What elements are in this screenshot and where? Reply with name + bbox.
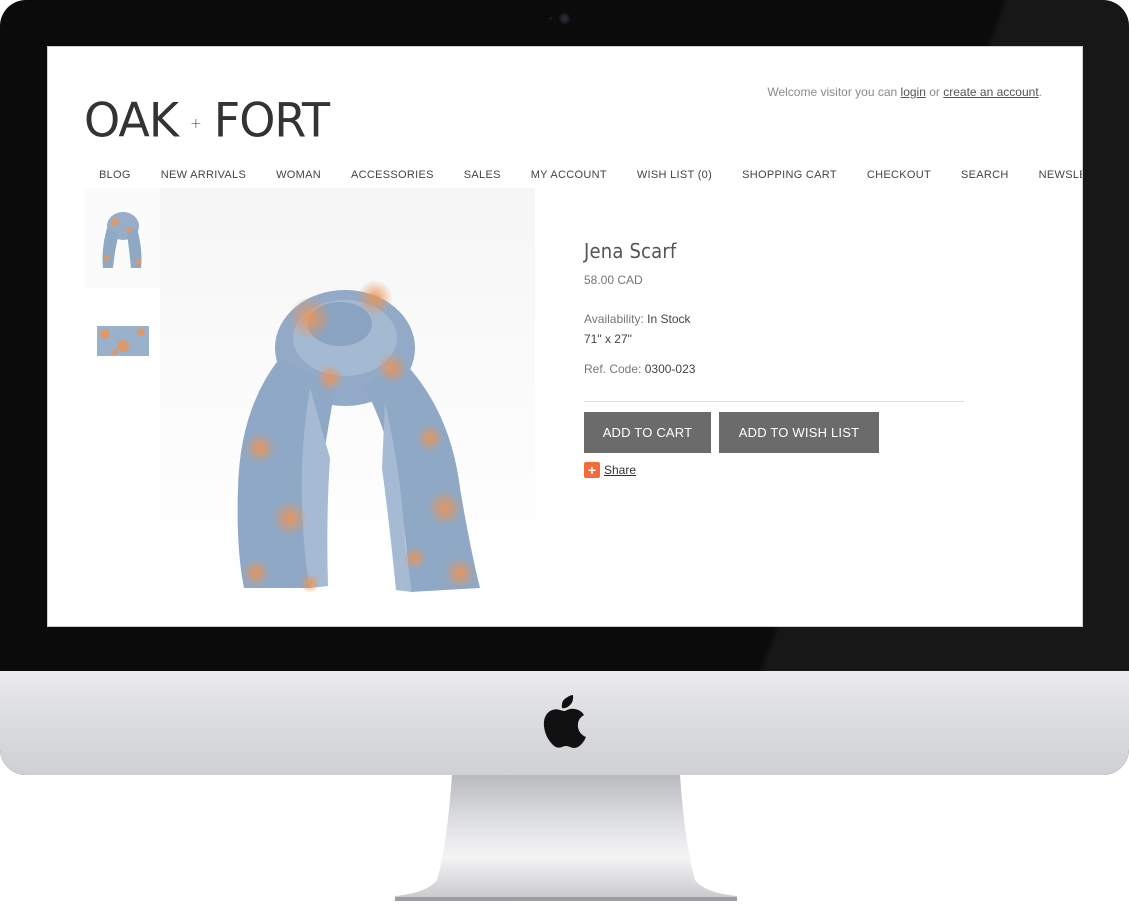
availability-label: Availability: <box>584 312 644 326</box>
product-info: Jena Scarf 58.00 CAD Availability: In St… <box>584 239 964 478</box>
nav-my-account[interactable]: MY ACCOUNT <box>514 169 620 181</box>
availability-row: Availability: In Stock <box>584 309 964 329</box>
thumbnail-scarf-worn[interactable] <box>85 188 160 288</box>
create-account-link[interactable]: create an account <box>943 85 1038 99</box>
plus-share-icon: + <box>584 462 600 478</box>
browser-screen: Welcome visitor you can login or create … <box>47 46 1083 627</box>
nav-new-arrivals[interactable]: NEW ARRIVALS <box>144 169 259 181</box>
product-price: 58.00 CAD <box>584 273 643 287</box>
logo-fort: FORT <box>213 92 330 148</box>
nav-search[interactable]: SEARCH <box>944 169 1022 181</box>
or-text: or <box>929 85 940 99</box>
thumbnail-list <box>85 188 160 392</box>
ref-code-value: 0300-023 <box>644 362 696 376</box>
nav-woman[interactable]: WOMAN <box>259 169 334 181</box>
nav-shopping-cart[interactable]: SHOPPING CART <box>725 169 850 181</box>
logo-oak: OAK <box>84 92 179 148</box>
product-main-image[interactable] <box>160 188 535 608</box>
logo-plus: + <box>190 116 202 132</box>
thumbnail-scarf-flat[interactable] <box>85 290 160 390</box>
site-logo[interactable]: OAK + FORT <box>84 92 330 148</box>
monitor-stand <box>395 775 737 901</box>
divider <box>584 401 964 402</box>
welcome-period: . <box>1038 85 1042 99</box>
product-title: Jena Scarf <box>584 239 677 263</box>
main-nav: BLOG NEW ARRIVALS WOMAN ACCESSORIES SALE… <box>86 169 1082 181</box>
welcome-prefix: Welcome visitor you can <box>767 85 898 99</box>
add-to-cart-button[interactable]: ADD TO CART <box>584 412 711 453</box>
add-to-wish-list-button[interactable]: ADD TO WISH LIST <box>719 412 879 453</box>
monitor-frame: Welcome visitor you can login or create … <box>0 0 1129 775</box>
share-button[interactable]: + Share <box>584 462 964 478</box>
nav-sales[interactable]: SALES <box>447 169 514 181</box>
login-link[interactable]: login <box>901 85 926 99</box>
share-label: Share <box>604 463 637 477</box>
product-size: 71" x 27" <box>584 332 632 346</box>
availability-value: In Stock <box>647 312 691 326</box>
nav-newsletter[interactable]: NEWSLETTER <box>1022 169 1082 181</box>
ref-code-label: Ref. Code: <box>584 362 642 376</box>
nav-checkout[interactable]: CHECKOUT <box>850 169 944 181</box>
action-buttons: ADD TO CART ADD TO WISH LIST <box>584 412 964 453</box>
apple-logo-icon <box>543 695 586 748</box>
welcome-text: Welcome visitor you can login or create … <box>767 85 1042 99</box>
nav-blog[interactable]: BLOG <box>86 169 144 181</box>
ref-code-row: Ref. Code: 0300-023 <box>584 359 964 379</box>
camera-icon <box>560 14 569 23</box>
nav-accessories[interactable]: ACCESSORIES <box>334 169 447 181</box>
nav-wish-list[interactable]: WISH LIST (0) <box>620 169 725 181</box>
camera-sensor <box>549 17 552 20</box>
